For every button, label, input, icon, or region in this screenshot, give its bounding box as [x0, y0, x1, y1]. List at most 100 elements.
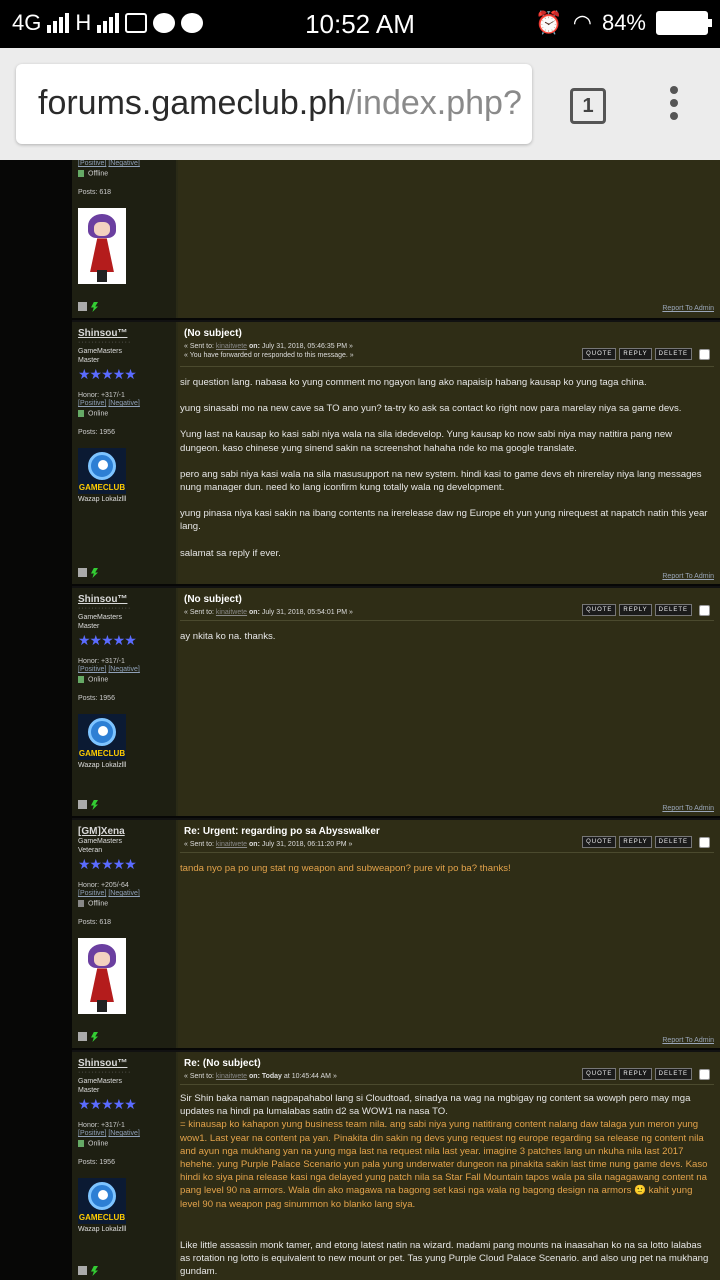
post-author-sidebar: [GM]Xena GameMasters Veteran ★★★★★ Honor…	[72, 820, 176, 1048]
positive-link[interactable]: [Positive]	[78, 666, 106, 673]
honor-links: [Positive] [Negative]	[78, 890, 170, 897]
honor-links: [Positive] [Negative]	[78, 400, 170, 407]
post-paragraph: pero ang sabi niya kasi wala na sila mas…	[180, 468, 702, 494]
avatar	[78, 938, 126, 1015]
author-icons	[78, 568, 98, 578]
rank-stars-icon: ★★★★★	[78, 366, 137, 382]
report-link[interactable]: Report To Admin	[662, 305, 714, 312]
user-rank: Veteran	[78, 847, 103, 854]
karma-icon[interactable]	[91, 1032, 98, 1042]
username[interactable]: Shinsou™	[78, 1058, 170, 1069]
delete-button[interactable]: DELETE	[654, 604, 692, 616]
status-icon	[78, 170, 84, 177]
select-checkbox[interactable]	[699, 604, 710, 616]
negative-link[interactable]: [Negative]	[108, 400, 140, 407]
on-label: on:	[249, 1073, 260, 1080]
post-actions: QUOTE REPLY DELETE	[582, 348, 710, 360]
negative-link[interactable]: [Negative]	[108, 666, 140, 673]
reply-button[interactable]: REPLY	[619, 1068, 652, 1080]
status-text: Offline	[88, 900, 109, 908]
quote-button[interactable]: QUOTE	[582, 1068, 617, 1080]
post-partial: [Positive] [Negative] Offline Posts: 618…	[72, 160, 720, 318]
select-checkbox[interactable]	[699, 348, 710, 360]
status-icon	[78, 676, 84, 683]
forward-note: « You have forwarded or responded to thi…	[184, 352, 354, 359]
negative-link[interactable]: [Negative]	[108, 1130, 140, 1137]
reply-text: = kinausap ko kahapon yung business team…	[180, 1118, 712, 1210]
recipient-link[interactable]: kinaitwete	[216, 343, 247, 350]
positive-link[interactable]: [Positive]	[78, 160, 106, 167]
quote-button[interactable]: QUOTE	[582, 348, 617, 360]
positive-link[interactable]: [Positive]	[78, 400, 106, 407]
reply-button[interactable]: REPLY	[619, 604, 652, 616]
delete-button[interactable]: DELETE	[654, 348, 692, 360]
honor-links: [Positive] [Negative]	[78, 1130, 170, 1137]
recipient-link[interactable]: kinaitwete	[216, 841, 247, 848]
divider: ················	[78, 339, 132, 346]
profile-icon[interactable]	[78, 1266, 87, 1275]
reply-button[interactable]: REPLY	[619, 836, 652, 848]
reply-button[interactable]: REPLY	[619, 348, 652, 360]
post-paragraph: ay nkita ko na. thanks.	[180, 631, 276, 642]
karma-icon[interactable]	[91, 568, 98, 578]
username[interactable]: Shinsou™	[78, 594, 170, 605]
post-main: Re: Urgent: regarding po sa Abysswalker …	[178, 820, 720, 1048]
post-paragraph: yung pinasa niya kasi sakin na ibang con…	[180, 508, 708, 533]
author-icons	[78, 1032, 98, 1042]
honor-links: [Positive] [Negative]	[78, 160, 170, 167]
karma-icon[interactable]	[91, 302, 98, 312]
sent-to-label: « Sent to:	[184, 609, 214, 616]
post-actions: QUOTE REPLY DELETE	[582, 604, 710, 616]
positive-link[interactable]: [Positive]	[78, 890, 106, 897]
quote-button[interactable]: QUOTE	[582, 604, 617, 616]
avatar	[78, 208, 126, 285]
menu-icon[interactable]	[664, 86, 684, 126]
recipient-link[interactable]: kinaitwete	[216, 609, 247, 616]
url-host: forums.gameclub.ph	[38, 84, 347, 122]
profile-icon[interactable]	[78, 568, 87, 577]
author-icons	[78, 302, 98, 312]
quote-button[interactable]: QUOTE	[582, 836, 617, 848]
post-actions: QUOTE REPLY DELETE	[582, 1068, 710, 1080]
status-right: ⏰ ◠ 84%	[535, 10, 712, 36]
delete-button[interactable]: DELETE	[654, 1068, 692, 1080]
status-icon	[78, 1140, 84, 1147]
battery-percent: 84%	[601, 10, 646, 35]
honor: Honor: +317/-1	[78, 1122, 125, 1129]
positive-link[interactable]: [Positive]	[78, 1130, 106, 1137]
negative-link[interactable]: [Negative]	[108, 890, 140, 897]
url-text: forums.gameclub.ph/index.php?	[38, 84, 522, 123]
post: Shinsou™ ················ GameMasters Ma…	[72, 1050, 720, 1280]
delete-button[interactable]: DELETE	[654, 836, 692, 848]
report-link[interactable]: Report To Admin	[662, 805, 714, 812]
username[interactable]: [GM]Xena	[78, 826, 170, 837]
karma-icon[interactable]	[91, 1266, 98, 1276]
status-text: Online	[88, 676, 109, 684]
status-text: Online	[88, 1140, 109, 1148]
karma-icon[interactable]	[91, 800, 98, 810]
rank-stars-icon: ★★★★★	[78, 1096, 137, 1112]
profile-icon[interactable]	[78, 800, 87, 809]
post-count: Posts: 1956	[78, 695, 115, 703]
wifi-icon: ◠	[572, 10, 592, 35]
post-count: Posts: 1956	[78, 1159, 115, 1167]
url-bar[interactable]: forums.gameclub.ph/index.php?	[16, 64, 532, 144]
profile-icon[interactable]	[78, 1032, 87, 1041]
honor: Honor: +205/-64	[78, 882, 129, 889]
post-main: Report To Admin	[178, 160, 720, 318]
post-meta: « Sent to: kinaitwete on: Today at 10:45…	[184, 1072, 337, 1081]
battery-icon	[656, 11, 712, 35]
report-link[interactable]: Report To Admin	[662, 1037, 714, 1044]
select-checkbox[interactable]	[699, 836, 710, 848]
profile-icon[interactable]	[78, 302, 87, 311]
username[interactable]: Shinsou™	[78, 328, 170, 339]
honor: Honor: +317/-1	[78, 392, 125, 399]
recipient-link[interactable]: kinaitwete	[216, 1073, 247, 1080]
post-author-sidebar: [Positive] [Negative] Offline Posts: 618	[72, 160, 176, 318]
select-checkbox[interactable]	[699, 1068, 710, 1080]
tab-switcher-button[interactable]: 1	[570, 88, 606, 124]
reply-text-main: = kinausap ko kahapon yung business team…	[180, 1119, 708, 1197]
user-rank: Master	[78, 623, 100, 630]
negative-link[interactable]: [Negative]	[108, 160, 140, 167]
report-link[interactable]: Report To Admin	[662, 573, 714, 580]
